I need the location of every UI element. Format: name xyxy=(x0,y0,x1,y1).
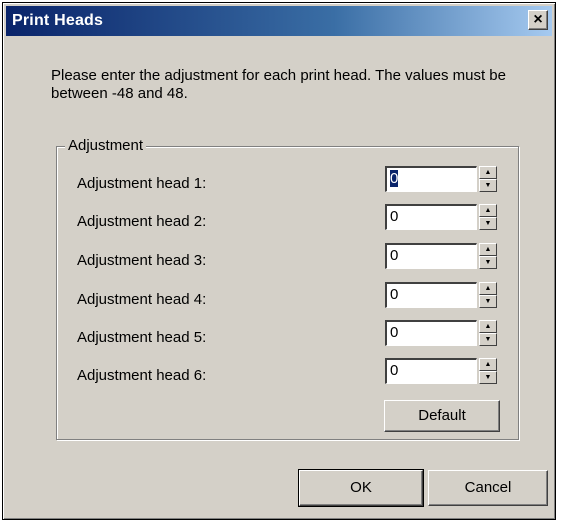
close-icon: × xyxy=(533,11,543,28)
adjustment-head-2-value: 0 xyxy=(390,208,399,225)
adjustment-head-3-spinner[interactable]: ▲ ▼ xyxy=(479,243,497,269)
adjustment-head-6-spinner[interactable]: ▲ ▼ xyxy=(479,358,497,384)
adjustment-head-6-value: 0 xyxy=(390,362,399,379)
window-title: Print Heads xyxy=(12,12,104,29)
ok-button[interactable]: OK xyxy=(298,469,424,507)
adjustment-head-5-value: 0 xyxy=(390,324,399,341)
adjustment-head-5-input[interactable]: 0 xyxy=(385,320,477,346)
up-arrow-icon[interactable]: ▲ xyxy=(479,166,497,179)
adjustment-head-2-label: Adjustment head 2: xyxy=(77,213,207,230)
adjustment-head-6-label: Adjustment head 6: xyxy=(77,367,207,384)
close-button[interactable]: × xyxy=(528,10,548,30)
adjustment-group-label: Adjustment xyxy=(65,137,147,154)
down-arrow-icon[interactable]: ▼ xyxy=(479,256,497,269)
adjustment-head-2-input[interactable]: 0 xyxy=(385,204,477,230)
adjustment-head-1-value: 0 xyxy=(390,170,399,187)
up-arrow-icon[interactable]: ▲ xyxy=(479,358,497,371)
down-arrow-icon[interactable]: ▼ xyxy=(479,333,497,346)
adjustment-head-3-value: 0 xyxy=(390,247,399,264)
default-button[interactable]: Default xyxy=(384,400,500,432)
up-arrow-icon[interactable]: ▲ xyxy=(479,204,497,217)
adjustment-head-2-spinner[interactable]: ▲ ▼ xyxy=(479,204,497,230)
adjustment-head-4-value: 0 xyxy=(390,286,399,303)
title-bar[interactable]: Print Heads × xyxy=(6,6,552,36)
adjustment-head-6-input[interactable]: 0 xyxy=(385,358,477,384)
adjustment-head-4-spinner[interactable]: ▲ ▼ xyxy=(479,282,497,308)
adjustment-head-3-label: Adjustment head 3: xyxy=(77,252,207,269)
instructions-text: Please enter the adjustment for each pri… xyxy=(51,67,506,102)
up-arrow-icon[interactable]: ▲ xyxy=(479,320,497,333)
down-arrow-icon[interactable]: ▼ xyxy=(479,217,497,230)
adjustment-head-4-label: Adjustment head 4: xyxy=(77,291,207,308)
adjustment-head-1-label: Adjustment head 1: xyxy=(77,175,207,192)
down-arrow-icon[interactable]: ▼ xyxy=(479,179,497,192)
down-arrow-icon[interactable]: ▼ xyxy=(479,371,497,384)
adjustment-head-5-label: Adjustment head 5: xyxy=(77,329,207,346)
adjustment-head-4-input[interactable]: 0 xyxy=(385,282,477,308)
up-arrow-icon[interactable]: ▲ xyxy=(479,282,497,295)
cancel-button[interactable]: Cancel xyxy=(428,470,548,506)
adjustment-head-3-input[interactable]: 0 xyxy=(385,243,477,269)
up-arrow-icon[interactable]: ▲ xyxy=(479,243,497,256)
print-heads-dialog: Print Heads × Please enter the adjustmen… xyxy=(2,2,556,520)
adjustment-head-1-input[interactable]: 0 xyxy=(385,166,477,192)
adjustment-head-1-spinner[interactable]: ▲ ▼ xyxy=(479,166,497,192)
adjustment-head-5-spinner[interactable]: ▲ ▼ xyxy=(479,320,497,346)
down-arrow-icon[interactable]: ▼ xyxy=(479,295,497,308)
